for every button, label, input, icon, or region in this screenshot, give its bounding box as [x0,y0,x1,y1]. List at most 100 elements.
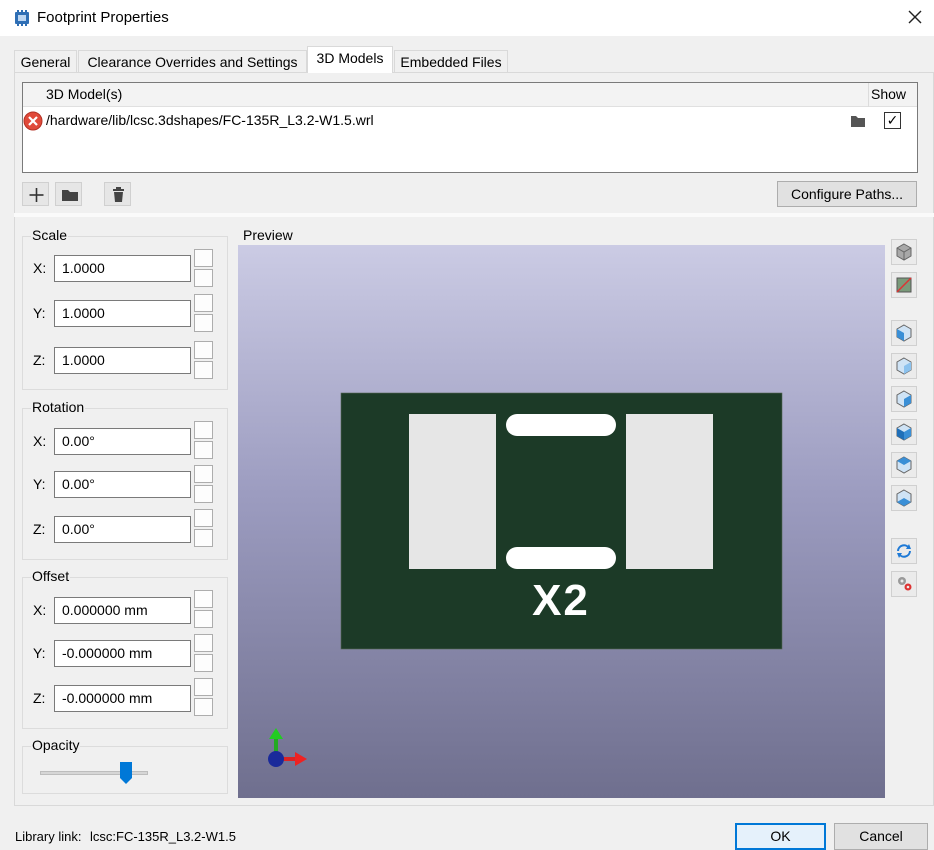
view-top-button[interactable] [891,452,917,478]
add-model-button[interactable] [22,182,49,206]
table-header: 3D Model(s) Show [23,83,917,107]
browse-model-button[interactable] [55,182,82,206]
title-bar: Footprint Properties [0,0,934,36]
cube-front-icon [896,324,912,342]
rotation-group: Rotation X: 0.00° Y: 0.00° Z: 0.00° [22,399,228,560]
model-path[interactable]: /hardware/lib/lcsc.3dshapes/FC-135R_L3.2… [46,112,374,128]
rotation-x-label: X: [33,433,47,449]
axis-gizmo-icon [268,728,307,767]
pad-left [409,414,496,569]
spin-up-icon[interactable] [194,341,213,359]
configure-paths-button[interactable]: Configure Paths... [777,181,917,207]
spin-down-icon[interactable] [194,610,213,628]
spin-down-icon[interactable] [194,269,213,287]
rotation-z-spinner[interactable] [194,509,213,547]
library-link-value: lcsc:FC-135R_L3.2-W1.5 [90,829,236,844]
cube-back-icon [896,357,912,375]
ok-button[interactable]: OK [735,823,826,850]
column-header-show[interactable]: Show [871,86,906,102]
app-icon [15,10,29,26]
scale-z-spinner[interactable] [194,341,213,379]
view-left-button[interactable] [891,386,917,412]
delete-model-button[interactable] [104,182,131,206]
tab-3d-models[interactable]: 3D Models [307,46,393,73]
header-divider [868,83,869,107]
rotation-x-input[interactable]: 0.00° [54,428,191,455]
trash-icon [113,187,124,202]
offset-z-spinner[interactable] [194,678,213,716]
spin-down-icon[interactable] [194,361,213,379]
folder-icon [62,190,78,201]
spin-up-icon[interactable] [194,634,213,652]
cancel-button[interactable]: Cancel [834,823,928,850]
spin-down-icon[interactable] [194,698,213,716]
offset-z-input[interactable]: -0.000000 mm [54,685,191,712]
rotation-title: Rotation [31,399,86,415]
spin-up-icon[interactable] [194,421,213,439]
close-icon[interactable] [904,6,926,28]
view-bottom-button[interactable] [891,485,917,511]
offset-y-spinner[interactable] [194,634,213,672]
window-title: Footprint Properties [37,9,169,26]
reload-button[interactable] [891,538,917,564]
offset-y-input[interactable]: -0.000000 mm [54,640,191,667]
opacity-title: Opacity [31,737,81,753]
opacity-group: Opacity [22,737,228,794]
cube-bottom-icon [896,489,912,507]
offset-x-input[interactable]: 0.000000 mm [54,597,191,624]
show-checkbox[interactable]: ✓ [884,112,901,129]
spin-down-icon[interactable] [194,441,213,459]
preview-label: Preview [243,227,293,243]
rotation-y-spinner[interactable] [194,465,213,503]
tab-clearance[interactable]: Clearance Overrides and Settings [78,50,307,72]
offset-y-label: Y: [33,645,46,661]
render-settings-button[interactable] [891,571,917,597]
section-divider [14,213,934,217]
pad-bottom-oval [506,547,616,569]
table-row[interactable]: /hardware/lib/lcsc.3dshapes/FC-135R_L3.2… [23,109,917,133]
tab-embedded-files[interactable]: Embedded Files [394,50,508,72]
spin-down-icon[interactable] [194,314,213,332]
plus-icon [29,188,44,202]
toggle-board-button[interactable] [891,272,917,298]
scale-y-input[interactable]: 1.0000 [54,300,191,327]
scale-y-spinner[interactable] [194,294,213,332]
spin-down-icon[interactable] [194,485,213,503]
scale-x-input[interactable]: 1.0000 [54,255,191,282]
spin-down-icon[interactable] [194,529,213,547]
scale-group: Scale X: 1.0000 Y: 1.0000 Z: 1.0000 [22,227,228,390]
spin-down-icon[interactable] [194,654,213,672]
silkscreen-text: X2 [532,576,590,625]
view-right-button[interactable] [891,419,917,445]
spin-up-icon[interactable] [194,590,213,608]
rotation-x-spinner[interactable] [194,421,213,459]
cube-top-icon [896,456,912,474]
folder-icon[interactable] [850,114,866,128]
column-header-model[interactable]: 3D Model(s) [46,86,122,102]
rotation-y-input[interactable]: 0.00° [54,471,191,498]
rotation-z-input[interactable]: 0.00° [54,516,191,543]
spin-up-icon[interactable] [194,294,213,312]
spin-up-icon[interactable] [194,465,213,483]
cube-left-icon [896,390,912,408]
spin-up-icon[interactable] [194,509,213,527]
pad-right [626,414,713,569]
rotation-z-label: Z: [33,521,46,537]
scale-z-input[interactable]: 1.0000 [54,347,191,374]
offset-x-spinner[interactable] [194,590,213,628]
library-link-label: Library link: [15,829,82,844]
3d-preview-canvas[interactable]: X2 [238,245,885,798]
gears-icon [898,577,912,591]
scale-x-spinner[interactable] [194,249,213,287]
opacity-slider-handle[interactable] [119,761,133,785]
view-front-button[interactable] [891,320,917,346]
model-table[interactable]: 3D Model(s) Show /hardware/lib/lcsc.3dsh… [22,82,918,173]
tab-general[interactable]: General [14,50,77,72]
offset-z-label: Z: [33,690,46,706]
spin-up-icon[interactable] [194,678,213,696]
board-icon [896,277,912,293]
view-3d-button[interactable] [891,239,917,265]
spin-up-icon[interactable] [194,249,213,267]
view-back-button[interactable] [891,353,917,379]
error-icon [23,111,43,131]
